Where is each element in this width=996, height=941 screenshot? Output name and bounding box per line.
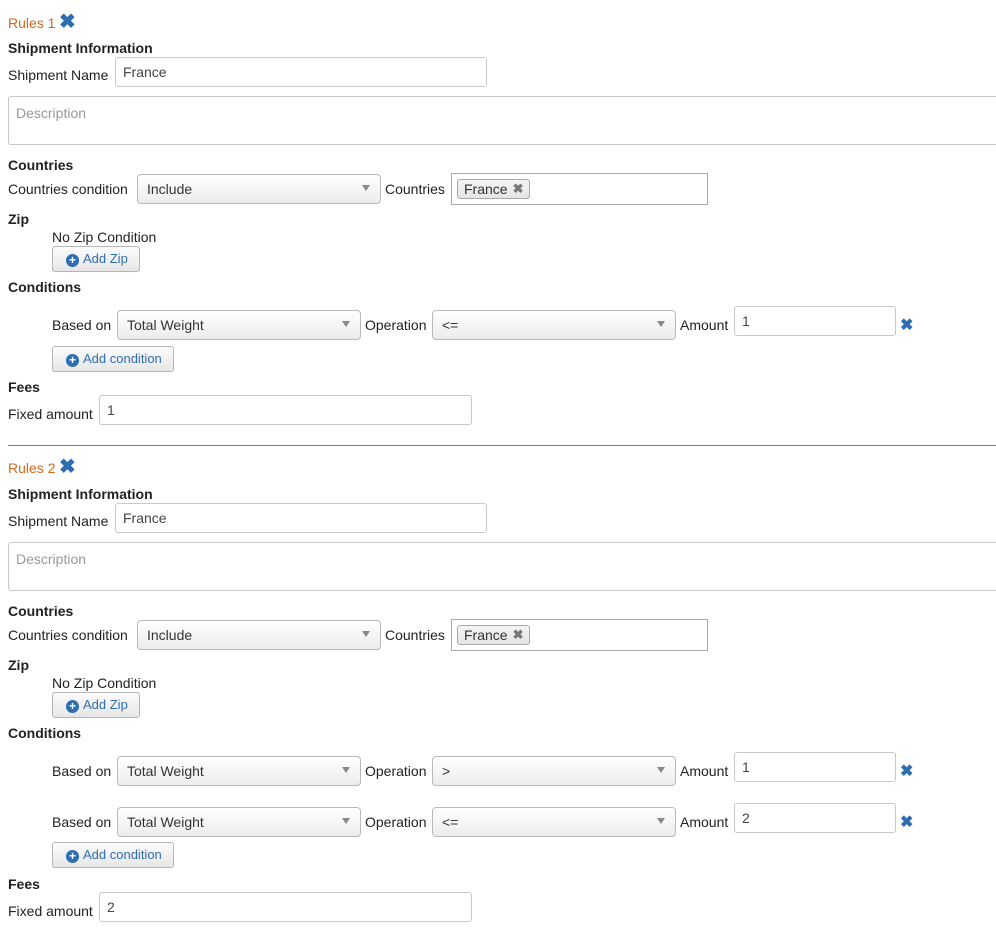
add-condition-button[interactable]: + Add condition [52,842,174,868]
add-condition-label: Add condition [83,351,162,366]
based-on-select[interactable]: Total Weight [117,756,361,786]
zip-heading: Zip [8,657,29,673]
operation-select[interactable]: <= [432,807,676,837]
fees-heading: Fees [8,876,40,892]
amount-label: Amount [680,317,729,333]
countries-condition-label: Countries condition [8,627,128,643]
caret-down-icon [657,818,665,824]
plus-circle-icon: + [66,850,79,863]
fixed-amount-input[interactable] [99,395,472,425]
operation-label: Operation [365,763,427,779]
condition-row: Based on Total Weight Operation <= Amoun… [0,803,996,837]
remove-rule-close-icon[interactable]: ✖ [59,12,76,32]
shipment-name-label: Shipment Name [8,513,109,529]
based-on-value: Total Weight [127,814,204,830]
tag-remove-close-icon[interactable]: ✖ [513,180,524,198]
countries-condition-select[interactable]: Include [137,174,381,204]
plus-circle-icon: + [66,700,79,713]
countries-condition-value: Include [147,627,193,643]
add-zip-button[interactable]: + Add Zip [52,246,140,272]
plus-circle-icon: + [66,354,79,367]
remove-rule-close-icon[interactable]: ✖ [59,457,76,477]
shipment-name-label: Shipment Name [8,67,109,83]
add-zip-label: Add Zip [83,251,128,266]
countries-condition-value: Include [147,181,193,197]
description-textarea[interactable] [8,542,996,591]
conditions-heading: Conditions [8,279,82,295]
operation-select[interactable]: > [432,756,676,786]
country-tag-label: France [464,627,508,643]
country-tag: France ✖ [457,179,530,199]
shipment-information-heading: Shipment Information [8,40,153,56]
countries-tag-input[interactable]: France ✖ [451,619,708,651]
condition-row: Based on Total Weight Operation > Amount… [0,752,996,786]
countries-condition-label: Countries condition [8,181,128,197]
operation-label: Operation [365,317,427,333]
description-textarea[interactable] [8,96,996,145]
fixed-amount-label: Fixed amount [8,903,93,919]
rule-divider [8,445,996,446]
based-on-value: Total Weight [127,763,204,779]
caret-down-icon [342,767,350,773]
countries-condition-select[interactable]: Include [137,620,381,650]
based-on-select[interactable]: Total Weight [117,310,361,340]
caret-down-icon [342,321,350,327]
zip-heading: Zip [8,211,29,227]
based-on-label: Based on [52,814,112,830]
countries-label: Countries [385,627,445,643]
fees-heading: Fees [8,379,40,395]
add-condition-button[interactable]: + Add condition [52,346,174,372]
shipment-name-input[interactable] [115,57,487,87]
caret-down-icon [657,767,665,773]
based-on-value: Total Weight [127,317,204,333]
amount-label: Amount [680,763,729,779]
countries-tag-input[interactable]: France ✖ [451,173,708,205]
remove-condition-close-icon[interactable]: ✖ [900,315,913,335]
amount-input[interactable] [734,752,896,782]
operation-value: > [442,763,451,779]
plus-circle-icon: + [66,254,79,267]
operation-select[interactable]: <= [432,310,676,340]
rule-title: Rules 2 [8,460,56,476]
countries-heading: Countries [8,157,74,173]
zip-status-text: No Zip Condition [52,675,157,691]
zip-status-text: No Zip Condition [52,229,157,245]
remove-condition-close-icon[interactable]: ✖ [900,761,913,781]
operation-value: <= [442,317,459,333]
shipment-information-heading: Shipment Information [8,486,153,502]
operation-value: <= [442,814,459,830]
amount-input[interactable] [734,306,896,336]
conditions-heading: Conditions [8,725,82,741]
add-condition-label: Add condition [83,847,162,862]
caret-down-icon [657,321,665,327]
caret-down-icon [342,818,350,824]
fixed-amount-label: Fixed amount [8,406,93,422]
amount-input[interactable] [734,803,896,833]
based-on-select[interactable]: Total Weight [117,807,361,837]
countries-label: Countries [385,181,445,197]
operation-label: Operation [365,814,427,830]
country-tag: France ✖ [457,625,530,645]
remove-condition-close-icon[interactable]: ✖ [900,812,913,832]
countries-heading: Countries [8,603,74,619]
tag-remove-close-icon[interactable]: ✖ [513,626,524,644]
caret-down-icon [362,631,370,637]
add-zip-button[interactable]: + Add Zip [52,692,140,718]
rule-title: Rules 1 [8,15,56,31]
fixed-amount-input[interactable] [99,892,472,922]
amount-label: Amount [680,814,729,830]
caret-down-icon [362,185,370,191]
add-zip-label: Add Zip [83,697,128,712]
based-on-label: Based on [52,317,112,333]
country-tag-label: France [464,181,508,197]
condition-row: Based on Total Weight Operation <= Amoun… [0,306,996,340]
shipment-name-input[interactable] [115,503,487,533]
based-on-label: Based on [52,763,112,779]
